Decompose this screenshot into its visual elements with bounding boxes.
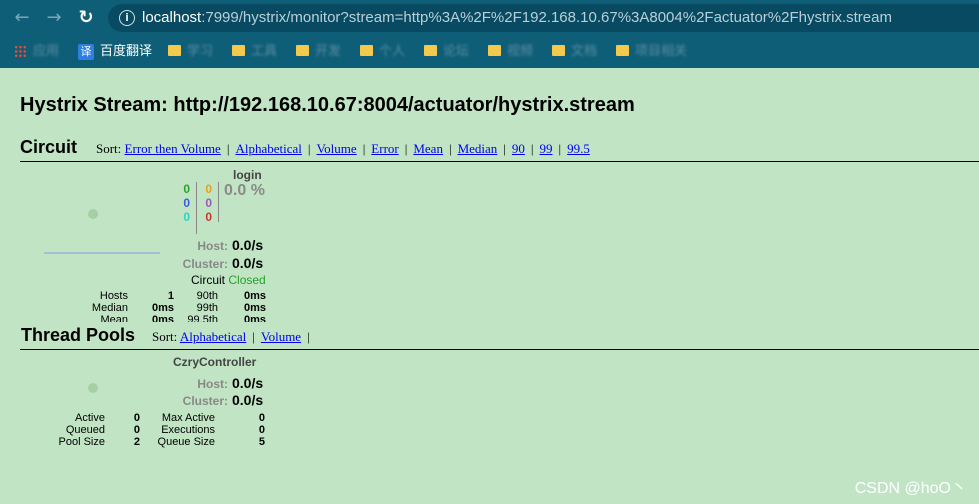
reload-icon[interactable]: ↻ bbox=[76, 8, 96, 28]
folder-icon bbox=[616, 45, 629, 57]
executions-value: 0 bbox=[258, 424, 265, 436]
pool-size-label: Pool Size bbox=[58, 436, 105, 448]
bookmark-folder[interactable]: 个人 bbox=[360, 41, 405, 61]
folder-icon bbox=[360, 45, 373, 57]
folder-icon bbox=[424, 45, 437, 57]
sort-90[interactable]: 90 bbox=[512, 141, 525, 156]
pool-host-rate-value: 0.0/s bbox=[232, 375, 264, 391]
bookmark-folder[interactable]: 项目相关 bbox=[616, 41, 687, 61]
sort-99-5[interactable]: 99.5 bbox=[567, 141, 590, 156]
address-bar[interactable]: i localhost:7999/hystrix/monitor?stream=… bbox=[108, 4, 979, 32]
queue-size-label: Queue Size bbox=[157, 436, 215, 448]
pool-volume-circle bbox=[88, 383, 98, 393]
max-active-label: Max Active bbox=[161, 412, 215, 424]
url-host: localhost bbox=[142, 9, 202, 26]
browser-chrome: ← → ↻ i localhost:7999/hystrix/monitor?s… bbox=[0, 0, 979, 68]
bookmark-folder[interactable]: 论坛 bbox=[424, 41, 469, 61]
queued-label: Queued bbox=[65, 424, 105, 436]
executions-label: Executions bbox=[161, 424, 215, 436]
pool-name: CzryController bbox=[173, 355, 257, 369]
sort-median[interactable]: Median bbox=[458, 141, 498, 156]
bookmark-folder[interactable]: 文档 bbox=[552, 41, 597, 61]
folder-icon bbox=[488, 45, 501, 57]
folder-icon bbox=[232, 45, 245, 57]
bookmarks-bar: 应用 译百度翻译 学习 工具 开发 个人 论坛 视频 文档 项目相关 bbox=[0, 38, 979, 64]
back-arrow-icon[interactable]: ← bbox=[12, 8, 32, 28]
folder-icon bbox=[552, 45, 565, 57]
sort-mean[interactable]: Mean bbox=[413, 141, 443, 156]
bookmark-folder[interactable]: 视频 bbox=[488, 41, 533, 61]
hystrix-dashboard-page: Hystrix Stream: http://192.168.10.67:800… bbox=[0, 68, 979, 504]
bookmark-folder[interactable]: 学习 bbox=[168, 41, 213, 61]
thread-pool-monitor: CzryController Host: 0.0/s Cluster: 0.0/… bbox=[0, 68, 270, 468]
active-label: Active bbox=[75, 412, 105, 424]
bookmark-folder[interactable]: 工具 bbox=[232, 41, 277, 61]
bookmark-apps[interactable]: 应用 bbox=[14, 41, 59, 61]
folder-icon bbox=[168, 45, 181, 57]
bookmark-folder[interactable]: 开发 bbox=[296, 41, 341, 61]
max-active-value: 0 bbox=[258, 412, 265, 424]
pool-host-rate-label: Host: bbox=[197, 377, 228, 391]
pool-size-value: 2 bbox=[133, 436, 140, 448]
active-value: 0 bbox=[133, 412, 140, 424]
queue-size-value: 5 bbox=[258, 436, 265, 448]
pool-cluster-rate-label: Cluster: bbox=[182, 394, 228, 408]
pool-cluster-rate-value: 0.0/s bbox=[232, 392, 264, 408]
url-path: :7999/hystrix/monitor?stream=http%3A%2F%… bbox=[201, 9, 892, 26]
url-text[interactable]: localhost:7999/hystrix/monitor?stream=ht… bbox=[142, 9, 892, 26]
apps-icon bbox=[14, 45, 27, 59]
sort-99[interactable]: 99 bbox=[540, 141, 553, 156]
browser-toolbar: ← → ↻ i localhost:7999/hystrix/monitor?s… bbox=[0, 0, 979, 36]
queued-value: 0 bbox=[133, 424, 140, 436]
sort-error[interactable]: Error bbox=[371, 141, 398, 156]
folder-icon bbox=[296, 45, 309, 57]
forward-arrow-icon[interactable]: → bbox=[44, 8, 64, 28]
info-icon[interactable]: i bbox=[119, 10, 135, 26]
sort-volume[interactable]: Volume bbox=[316, 141, 356, 156]
translate-icon: 译 bbox=[78, 43, 94, 60]
bookmark-baidu-translate[interactable]: 译百度翻译 bbox=[78, 41, 152, 61]
csdn-watermark: CSDN @hoO丶 bbox=[854, 480, 967, 497]
